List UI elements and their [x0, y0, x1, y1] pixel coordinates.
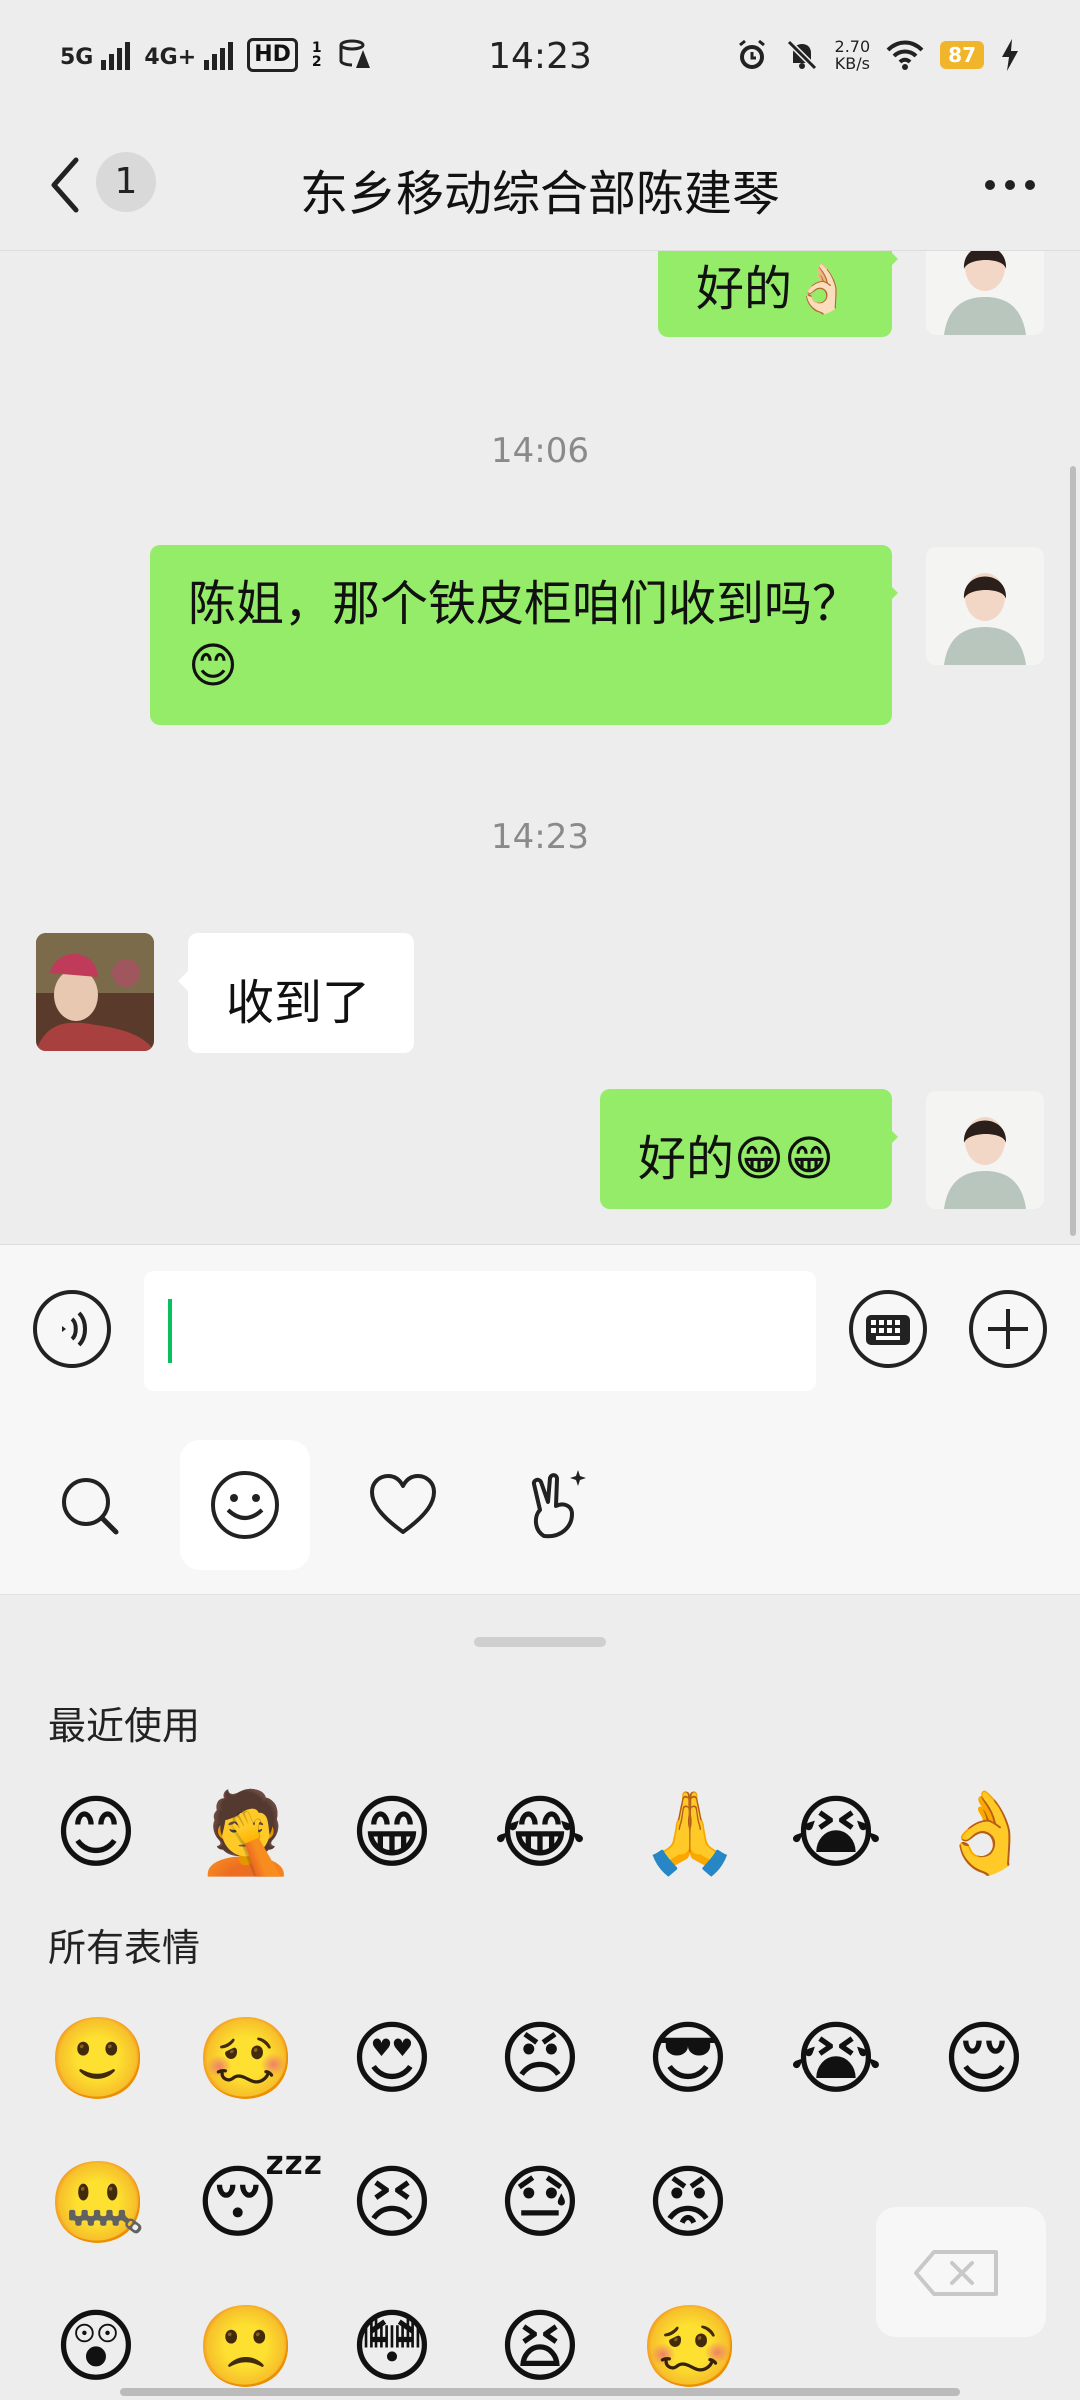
- tab-search[interactable]: [24, 1440, 154, 1570]
- tab-stickers[interactable]: [494, 1440, 624, 1570]
- status-right: 2.70 KB/s 87: [735, 38, 1020, 72]
- emoji-item[interactable]: 😭: [788, 1785, 884, 1881]
- message-bubble-incoming[interactable]: 收到了: [178, 933, 414, 1053]
- section-all: 所有表情: [48, 1926, 201, 1970]
- wifi-icon: [886, 40, 924, 70]
- plus-icon[interactable]: [968, 1289, 1048, 1369]
- emoji-item[interactable]: 🥴: [196, 2011, 296, 2107]
- message-text: 好的😁😁: [638, 1131, 835, 1187]
- emoji-item[interactable]: 🙂: [48, 2011, 148, 2107]
- emoji-item[interactable]: 😊: [48, 1785, 144, 1881]
- timestamp: 14:23: [491, 817, 589, 857]
- emoji-item[interactable]: 🤐: [48, 2155, 148, 2251]
- emoji-item[interactable]: 👌: [936, 1785, 1036, 1881]
- mute-bell-icon: [786, 39, 817, 71]
- heart-icon: [370, 1474, 436, 1534]
- status-bar: 5G 4G+ HD 1 2 14:23 2.70 KB/s 87: [0, 0, 1080, 120]
- message-text: 好的👌🏻: [696, 261, 852, 317]
- emoji-item[interactable]: 🤦: [196, 1785, 296, 1881]
- emoji-item[interactable]: 😫: [492, 2299, 588, 2395]
- sticker-tabs: [0, 1440, 1080, 1595]
- tab-emoji[interactable]: [180, 1440, 310, 1570]
- emoji-item[interactable]: 😁: [344, 1785, 440, 1881]
- keyboard-icon[interactable]: [848, 1289, 928, 1369]
- delete-button[interactable]: [876, 2207, 1046, 2337]
- emoji-panel[interactable]: 最近使用 😊 🤦 😁 😂 🙏 😭 👌 所有表情 🙂 🥴 😍 😠 😎 😭 😌 🤐 …: [0, 1595, 1080, 2400]
- contact-avatar[interactable]: [36, 933, 154, 1051]
- panel-grabber[interactable]: [474, 1637, 606, 1647]
- net-speed-value: 2.70: [834, 37, 871, 56]
- chat-header: 1 东乡移动综合部陈建琴: [0, 120, 1080, 251]
- charging-icon: [1002, 39, 1018, 71]
- emoji-item[interactable]: 😍: [344, 2011, 440, 2107]
- text-cursor: [168, 1299, 172, 1363]
- message-text: 陈姐，那个铁皮柜咱们收到吗？😊: [188, 576, 861, 694]
- backspace-icon: [914, 2250, 998, 2296]
- message-input[interactable]: [144, 1271, 816, 1391]
- search-icon: [62, 1478, 119, 1535]
- battery-level: 87: [940, 41, 984, 69]
- message-list[interactable]: 好的👌🏻 14:06 陈姐，那个铁皮柜咱们收到吗？😊 14:23 收到了 好的😁…: [0, 251, 1080, 1243]
- emoji-item[interactable]: 😣: [344, 2155, 440, 2251]
- scrollbar[interactable]: [1070, 466, 1076, 1236]
- more-dots-icon[interactable]: [980, 165, 1040, 205]
- emoji-item[interactable]: 😂: [492, 1785, 588, 1881]
- my-avatar[interactable]: [926, 547, 1044, 665]
- emoji-item[interactable]: 😓: [492, 2155, 588, 2251]
- emoji-item[interactable]: 😭: [788, 2011, 884, 2107]
- my-avatar[interactable]: [926, 1091, 1044, 1209]
- timestamp: 14:06: [491, 431, 589, 471]
- input-bar: [0, 1244, 1080, 1441]
- my-avatar[interactable]: [926, 251, 1044, 335]
- emoji-item[interactable]: 😳: [344, 2299, 440, 2395]
- net-speed: 2.70 KB/s: [835, 38, 871, 72]
- emoji-item[interactable]: 🙏: [640, 1785, 740, 1881]
- message-bubble-outgoing[interactable]: 好的👌🏻: [658, 251, 898, 337]
- section-recent: 最近使用: [48, 1704, 201, 1748]
- emoji-item[interactable]: 🥴: [640, 2299, 740, 2395]
- emoji-icon: [211, 1471, 279, 1539]
- emoji-item[interactable]: 😎: [640, 2011, 736, 2107]
- hand-gesture-icon: [531, 1470, 586, 1539]
- emoji-item[interactable]: 😌: [936, 2011, 1032, 2107]
- emoji-item[interactable]: 😲: [48, 2299, 144, 2395]
- alarm-icon: [738, 39, 765, 69]
- voice-icon[interactable]: [32, 1289, 112, 1369]
- emoji-item[interactable]: 😠: [492, 2011, 588, 2107]
- tab-favorites[interactable]: [338, 1440, 468, 1570]
- emoji-item[interactable]: 🙁: [196, 2299, 296, 2395]
- message-bubble-outgoing[interactable]: 好的😁😁: [600, 1089, 898, 1209]
- home-indicator[interactable]: [120, 2388, 960, 2396]
- chat-title: 东乡移动综合部陈建琴: [299, 166, 780, 222]
- net-speed-unit: KB/s: [834, 54, 870, 73]
- emoji-item[interactable]: 😡: [640, 2155, 736, 2251]
- message-bubble-outgoing[interactable]: 陈姐，那个铁皮柜咱们收到吗？😊: [150, 545, 898, 725]
- emoji-item[interactable]: 😴: [196, 2155, 324, 2251]
- message-text: 收到了: [226, 975, 371, 1031]
